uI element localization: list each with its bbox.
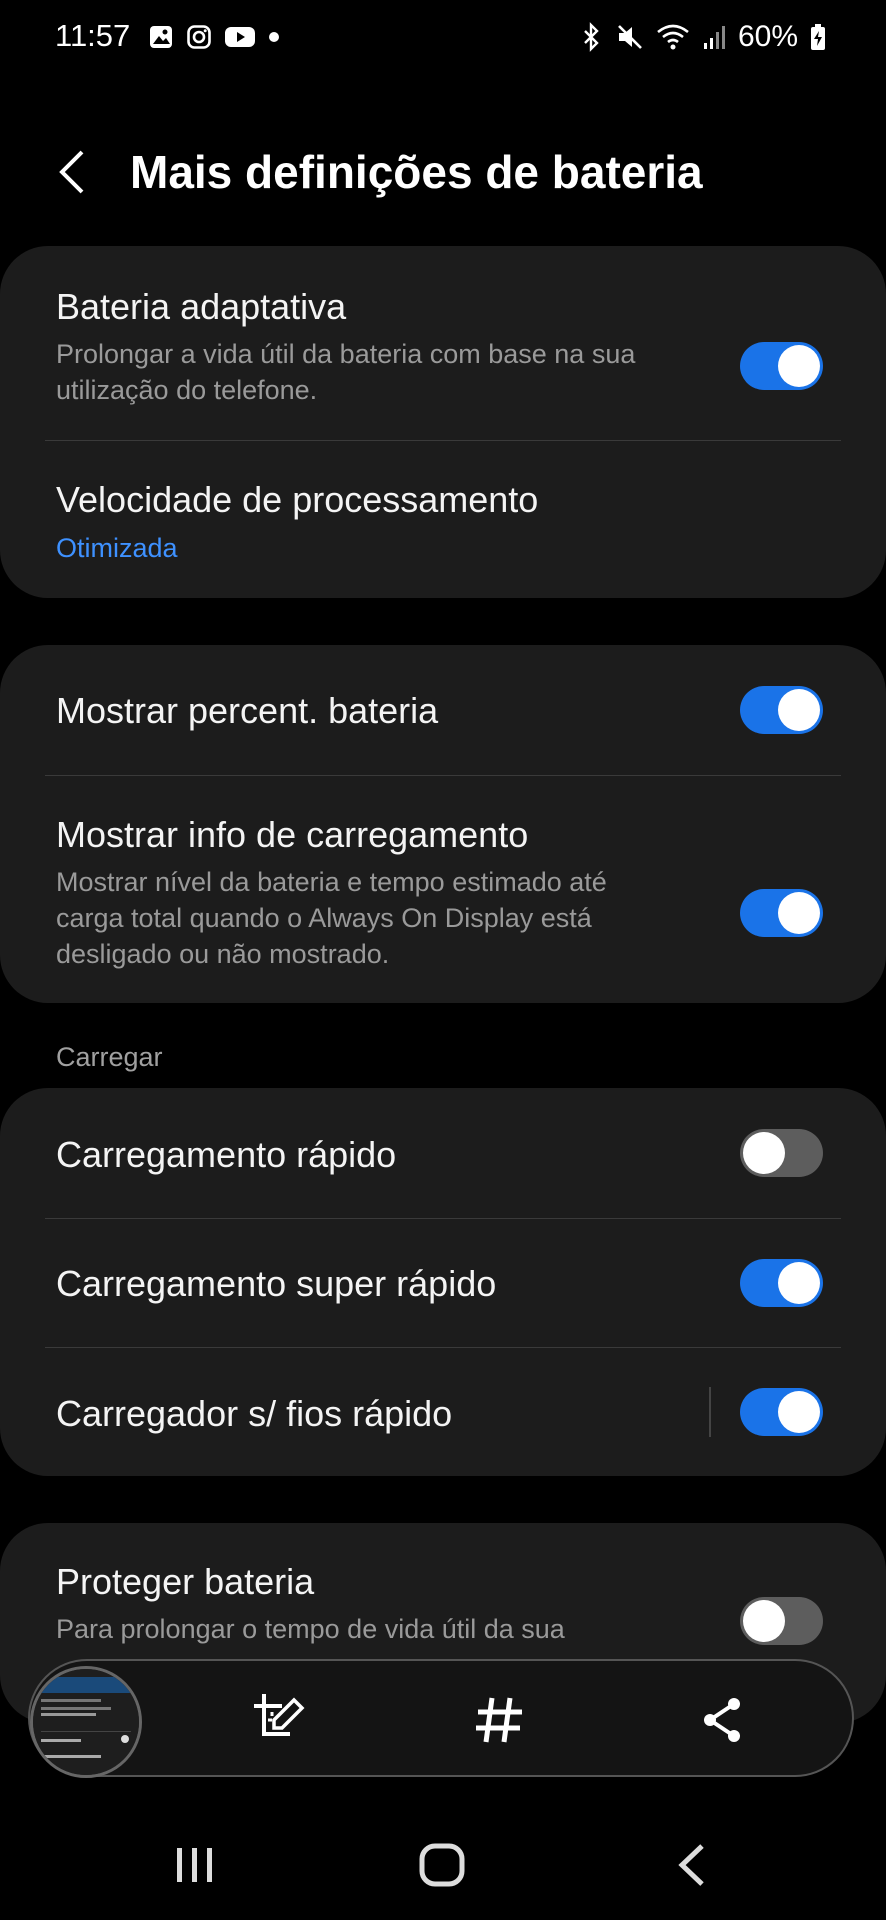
super-fast-charging-title: Carregamento super rápido: [56, 1263, 497, 1304]
show-percent-title: Mostrar percent. bateria: [56, 690, 439, 731]
toggle-knob: [778, 345, 820, 387]
adaptive-battery-row[interactable]: Bateria adaptativa Prolongar a vida útil…: [0, 246, 886, 440]
charge-info-title: Mostrar info de carregamento: [56, 814, 529, 855]
status-time: 11:57: [55, 18, 131, 53]
toggle-knob: [778, 1391, 820, 1433]
hashtag-icon[interactable]: [470, 1690, 530, 1750]
thumbnail-preview: [33, 1669, 139, 1775]
show-percent-row[interactable]: Mostrar percent. bateria: [0, 645, 886, 775]
show-percent-toggle[interactable]: [740, 686, 823, 734]
toggle-knob: [743, 1600, 785, 1642]
protect-battery-title: Proteger bateria: [56, 1561, 315, 1602]
adaptive-battery-subtitle: Prolongar a vida útil da bateria com bas…: [56, 339, 636, 405]
adaptive-battery-toggle[interactable]: [740, 342, 823, 390]
charge-info-row[interactable]: Mostrar info de carregamento Mostrar nív…: [0, 776, 886, 1003]
fast-wireless-charging-row[interactable]: Carregador s/ fios rápido: [0, 1348, 886, 1476]
protect-battery-toggle[interactable]: [740, 1597, 823, 1645]
toggle-knob: [778, 892, 820, 934]
adaptive-battery-title: Bateria adaptativa: [56, 286, 347, 327]
back-icon[interactable]: [674, 1840, 710, 1890]
protect-battery-subtitle: Para prolongar o tempo de vida útil da s…: [56, 1614, 565, 1644]
gallery-icon: [150, 26, 172, 48]
status-bar: 11:57 60%: [0, 0, 886, 80]
dot-icon: [269, 32, 279, 42]
super-fast-charging-toggle[interactable]: [740, 1259, 823, 1307]
back-chevron-icon[interactable]: [52, 148, 92, 196]
fast-charging-toggle[interactable]: [740, 1129, 823, 1177]
mute-icon: [618, 25, 642, 49]
fast-wireless-charging-toggle[interactable]: [740, 1388, 823, 1436]
processing-speed-value: Otimizada: [56, 533, 178, 563]
recents-icon[interactable]: [173, 1840, 217, 1890]
signal-icon: [703, 26, 725, 49]
fast-charging-row[interactable]: Carregamento rápido: [0, 1088, 886, 1218]
processing-speed-title: Velocidade de processamento: [56, 479, 539, 520]
page-title: Mais definições de bateria: [130, 146, 703, 198]
fast-charging-title: Carregamento rápido: [56, 1134, 397, 1175]
youtube-icon: [225, 27, 255, 47]
row-separator: [709, 1387, 711, 1437]
share-icon[interactable]: [692, 1690, 752, 1750]
fast-wireless-charging-title: Carregador s/ fios rápido: [56, 1393, 453, 1434]
charge-info-subtitle: Mostrar nível da bateria e tempo estimad…: [56, 867, 607, 969]
protect-battery-row[interactable]: Proteger bateria Para prolongar o tempo …: [0, 1523, 886, 1663]
toggle-knob: [743, 1132, 785, 1174]
home-icon[interactable]: [418, 1840, 466, 1890]
charge-info-toggle[interactable]: [740, 889, 823, 937]
charging-section-label: Carregar: [56, 1042, 163, 1072]
processing-speed-row[interactable]: Velocidade de processamento Otimizada: [0, 441, 886, 598]
toggle-knob: [778, 1262, 820, 1304]
battery-charging-icon: [811, 24, 825, 50]
toggle-knob: [778, 689, 820, 731]
super-fast-charging-row[interactable]: Carregamento super rápido: [0, 1219, 886, 1347]
crop-edit-icon[interactable]: [250, 1690, 310, 1750]
bluetooth-icon: [584, 22, 599, 52]
instagram-icon: [187, 25, 211, 49]
screenshot-thumbnail[interactable]: [30, 1666, 142, 1778]
wifi-icon: [657, 24, 689, 50]
battery-percent: 60%: [737, 20, 798, 53]
